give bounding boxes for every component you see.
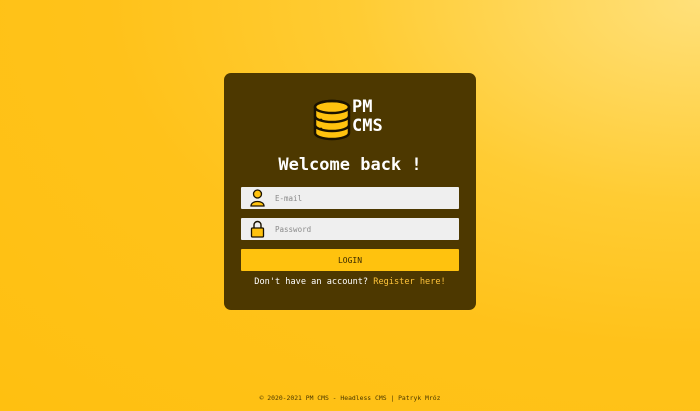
email-input[interactable]	[275, 187, 453, 209]
password-field-wrapper	[241, 218, 459, 240]
logo: PM CMS	[312, 99, 392, 141]
email-field-wrapper	[241, 187, 459, 209]
page-title: Welcome back !	[278, 155, 422, 175]
password-input[interactable]	[275, 218, 453, 240]
login-button[interactable]: LOGIN	[241, 249, 459, 271]
footer-copyright: © 2020-2021 PM CMS - Headless CMS | Patr…	[259, 394, 441, 402]
brand-line2: CMS	[352, 116, 383, 136]
brand-name: PM CMS	[352, 99, 383, 137]
lock-icon	[250, 220, 265, 238]
register-text: Don't have an account?	[254, 277, 369, 287]
register-link[interactable]: Register here!	[373, 277, 445, 287]
database-icon	[313, 99, 351, 141]
register-prompt: Don't have an account? Register here!	[224, 277, 476, 287]
user-icon	[250, 189, 265, 207]
login-card: PM CMS Welcome back ! LOGIN Don't have a…	[224, 73, 476, 310]
